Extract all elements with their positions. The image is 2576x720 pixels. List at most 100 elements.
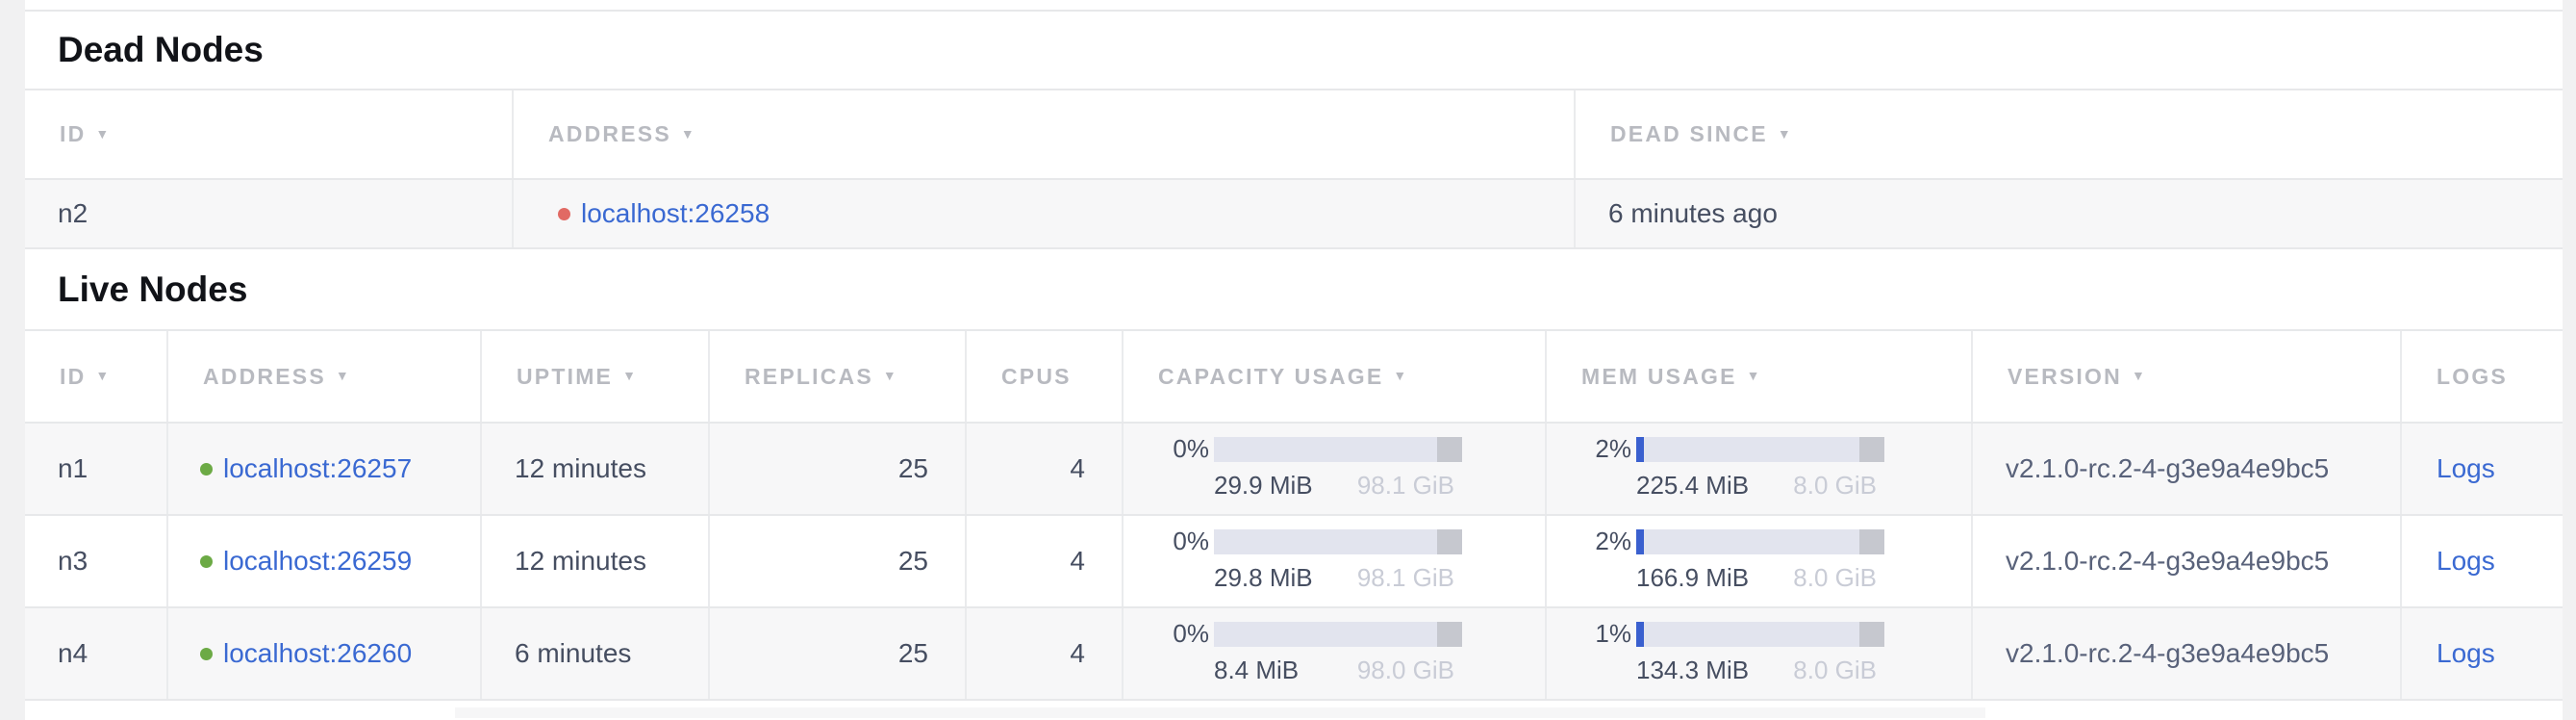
cell-cpus: 4 [967,516,1124,606]
memory-total-value: 8.0 GiB [1793,656,1884,685]
cell-logs: Logs [2402,424,2563,514]
cell-node-id: n2 [25,180,514,247]
cell-cpus: 4 [967,424,1124,514]
capacity-total-value: 98.1 GiB [1357,563,1462,593]
sort-desc-icon[interactable]: ▼ [1778,126,1793,141]
cell-node-address: localhost:26259 [168,516,482,606]
node-address-link[interactable]: localhost:26258 [581,198,770,229]
node-address-link[interactable]: localhost:26257 [223,453,412,484]
cell-node-id: n3 [25,516,168,606]
live-nodes-title: Live Nodes [25,249,2563,329]
table-row: n3 localhost:26259 12 minutes 25 4 0% 29… [25,516,2563,608]
column-header-mem-usage[interactable]: MEM USAGE ▼ [1547,331,1973,422]
bar-end-segment [1437,437,1462,462]
column-header-capacity-usage[interactable]: CAPACITY USAGE ▼ [1124,331,1547,422]
sort-desc-icon[interactable]: ▼ [622,368,638,383]
cell-node-address: localhost:26258 [514,180,1576,247]
memory-percent-label: 1% [1595,619,1631,648]
memory-used-value: 225.4 MiB [1636,471,1749,501]
cell-uptime: 6 minutes [482,608,710,699]
cell-cpus: 4 [967,608,1124,699]
logs-link[interactable]: Logs [2437,546,2495,577]
sort-desc-icon[interactable]: ▼ [681,126,696,141]
capacity-total-value: 98.0 GiB [1357,656,1462,685]
top-divider [25,0,2563,12]
live-nodes-section: Live Nodes ID ▼ ADDRESS ▼ UPTIME ▼ REPLI… [25,249,2563,701]
cell-dead-since: 6 minutes ago [1576,180,2563,247]
cell-replicas: 25 [710,424,967,514]
table-row: n4 localhost:26260 6 minutes 25 4 0% 8.4… [25,608,2563,701]
capacity-used-value: 29.8 MiB [1214,563,1313,593]
cell-replicas: 25 [710,608,967,699]
bar-fill [1636,622,1644,647]
cell-logs: Logs [2402,516,2563,606]
sort-desc-icon[interactable]: ▼ [1393,368,1408,383]
dead-nodes-header-row: ID ▼ ADDRESS ▼ DEAD SINCE ▼ [25,89,2563,180]
cell-version: v2.1.0-rc.2-4-g3e9a4e9bc5 [1973,516,2402,606]
table-row: n1 localhost:26257 12 minutes 25 4 0% 29… [25,424,2563,516]
sort-desc-icon[interactable]: ▼ [95,126,111,141]
column-header-id[interactable]: ID ▼ [25,331,168,422]
memory-used-value: 166.9 MiB [1636,563,1749,593]
memory-usage-bar [1636,529,1884,554]
bar-end-segment [1437,622,1462,647]
column-header-uptime[interactable]: UPTIME ▼ [482,331,710,422]
cell-logs: Logs [2402,608,2563,699]
capacity-percent-label: 0% [1173,434,1209,463]
column-header-replicas[interactable]: REPLICAS ▼ [710,331,967,422]
status-dead-icon [558,208,570,220]
cell-node-id: n1 [25,424,168,514]
memory-percent-label: 2% [1595,527,1631,555]
bottom-strip [25,701,2563,718]
sort-desc-icon[interactable]: ▼ [336,368,351,383]
capacity-percent-label: 0% [1173,527,1209,555]
column-header-logs: LOGS [2402,331,2563,422]
capacity-usage-bar [1214,437,1462,462]
bar-end-segment [1859,622,1884,647]
cell-capacity-usage: 0% 8.4 MiB 98.0 GiB [1124,608,1547,699]
live-nodes-header-row: ID ▼ ADDRESS ▼ UPTIME ▼ REPLICAS ▼ CPUS … [25,329,2563,424]
nodes-overview-panel: Dead Nodes ID ▼ ADDRESS ▼ DEAD SINCE ▼ n… [25,0,2563,720]
column-header-address[interactable]: ADDRESS ▼ [168,331,482,422]
memory-usage-bar [1636,622,1884,647]
dead-nodes-title: Dead Nodes [25,12,2563,89]
memory-used-value: 134.3 MiB [1636,656,1749,685]
sort-desc-icon[interactable]: ▼ [2132,368,2147,383]
logs-link[interactable]: Logs [2437,638,2495,669]
cell-capacity-usage: 0% 29.9 MiB 98.1 GiB [1124,424,1547,514]
status-live-icon [200,648,213,660]
column-header-version[interactable]: VERSION ▼ [1973,331,2402,422]
cell-mem-usage: 1% 134.3 MiB 8.0 GiB [1547,608,1973,699]
node-address-link[interactable]: localhost:26260 [223,638,412,669]
cell-version: v2.1.0-rc.2-4-g3e9a4e9bc5 [1973,608,2402,699]
sort-desc-icon[interactable]: ▼ [95,368,111,383]
column-header-id[interactable]: ID ▼ [25,90,514,178]
column-header-address[interactable]: ADDRESS ▼ [514,90,1576,178]
dead-nodes-section: Dead Nodes ID ▼ ADDRESS ▼ DEAD SINCE ▼ n… [25,12,2563,249]
column-header-dead-since[interactable]: DEAD SINCE ▼ [1576,90,2563,178]
memory-total-value: 8.0 GiB [1793,471,1884,501]
sort-desc-icon[interactable]: ▼ [883,368,898,383]
dead-node-row: n2 localhost:26258 6 minutes ago [25,180,2563,249]
capacity-usage-bar [1214,622,1462,647]
capacity-percent-label: 0% [1173,619,1209,648]
node-address-link[interactable]: localhost:26259 [223,546,412,577]
capacity-usage-bar [1214,529,1462,554]
cell-version: v2.1.0-rc.2-4-g3e9a4e9bc5 [1973,424,2402,514]
memory-percent-label: 2% [1595,434,1631,463]
cell-uptime: 12 minutes [482,424,710,514]
status-live-icon [200,555,213,568]
bar-end-segment [1859,437,1884,462]
status-live-icon [200,463,213,476]
memory-total-value: 8.0 GiB [1793,563,1884,593]
memory-usage-bar [1636,437,1884,462]
cell-uptime: 12 minutes [482,516,710,606]
cell-mem-usage: 2% 166.9 MiB 8.0 GiB [1547,516,1973,606]
cell-node-address: localhost:26257 [168,424,482,514]
bar-fill [1636,437,1644,462]
next-section-edge [455,707,1985,718]
live-nodes-body: n1 localhost:26257 12 minutes 25 4 0% 29… [25,424,2563,701]
column-header-cpus: CPUS [967,331,1124,422]
sort-desc-icon[interactable]: ▼ [1747,368,1762,383]
logs-link[interactable]: Logs [2437,453,2495,484]
